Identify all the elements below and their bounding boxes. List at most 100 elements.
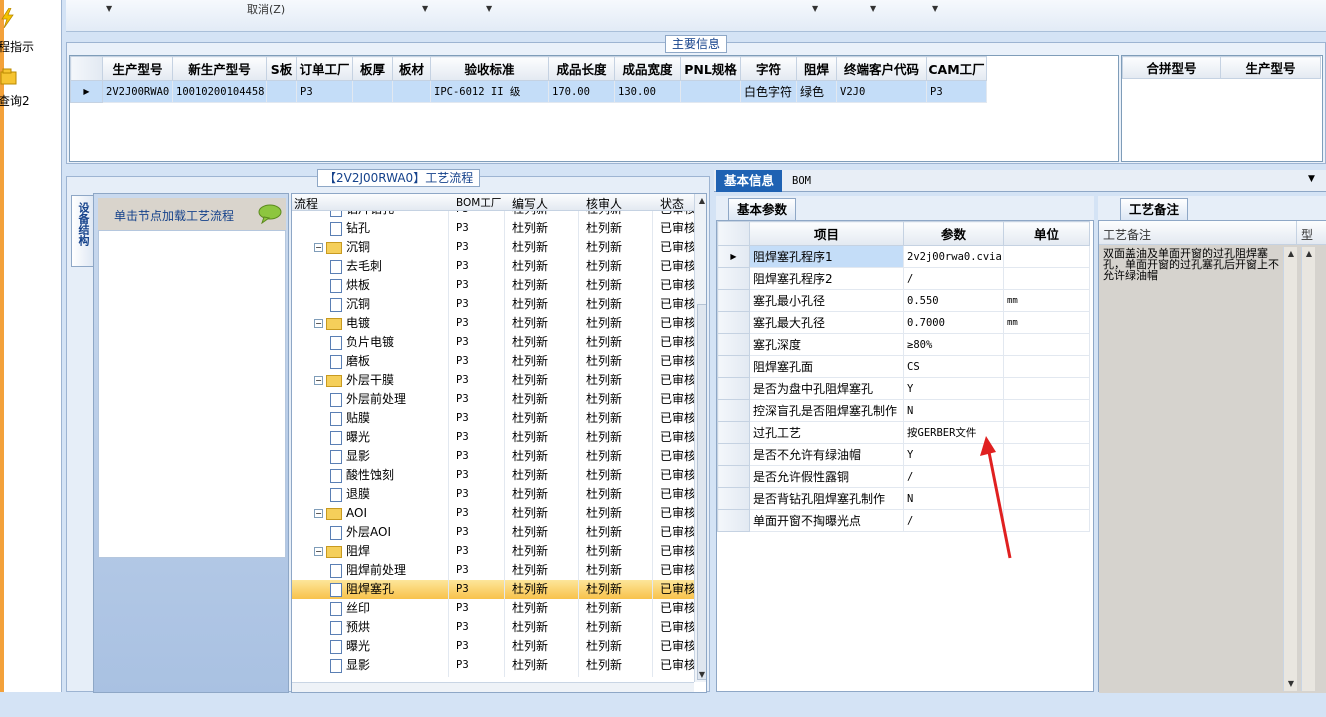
param-unit-cell[interactable] — [1003, 399, 1090, 422]
flow-col-header[interactable]: 编写人 — [512, 195, 548, 212]
row-header[interactable] — [717, 333, 750, 356]
tree-row[interactable]: 磨板 P3 杜列新 杜列新 已审核 — [292, 352, 694, 371]
param-value-cell[interactable]: CS — [903, 355, 1004, 378]
params-col-header[interactable]: 项目 — [749, 221, 904, 246]
scroll-down-icon[interactable]: ▼ — [695, 668, 706, 682]
tree-row[interactable]: 钻孔 P3 杜列新 杜列新 已审核 — [292, 219, 694, 238]
param-value-cell[interactable]: Y — [903, 377, 1004, 400]
main-col-header[interactable]: PNL规格 — [680, 56, 741, 81]
type-scrollbar[interactable]: ▲ — [1301, 247, 1315, 691]
merge-col-header[interactable]: 生产型号 — [1220, 56, 1321, 79]
row-selector-icon[interactable]: ▶ — [70, 80, 103, 103]
nav-item-query[interactable]: 查询2 — [0, 92, 30, 109]
nav-item-process[interactable]: 程指示 — [0, 38, 34, 55]
scroll-up-icon[interactable]: ▲ — [695, 194, 706, 208]
params-row[interactable]: ▶ 阻焊塞孔程序1 2v2j00rwa0.cvia — [717, 245, 1090, 268]
row-header[interactable] — [717, 311, 750, 334]
main-cell[interactable]: P3 — [926, 80, 987, 103]
main-col-header[interactable]: 字符 — [740, 56, 797, 81]
dropdown-arrow-icon[interactable]: ▼ — [106, 4, 112, 13]
param-item-cell[interactable]: 阻焊塞孔程序1 — [749, 245, 904, 268]
tree-row[interactable]: − 阻焊 P3 杜列新 杜列新 已审核 — [292, 542, 694, 561]
main-col-header[interactable]: 新生产型号 — [172, 56, 267, 81]
main-col-header[interactable]: S板 — [266, 56, 297, 81]
main-col-header[interactable]: CAM工厂 — [926, 56, 987, 81]
row-header[interactable] — [717, 465, 750, 488]
tab-process-remarks[interactable]: 工艺备注 — [1120, 198, 1189, 220]
row-header[interactable] — [717, 355, 750, 378]
dropdown-arrow-icon[interactable]: ▼ — [812, 4, 818, 13]
flow-col-header[interactable]: BOM工厂 — [456, 195, 501, 210]
param-item-cell[interactable]: 控深盲孔是否阻焊塞孔制作 — [749, 399, 904, 422]
main-col-header[interactable]: 板厚 — [352, 56, 393, 81]
tree-row[interactable]: 曝光 P3 杜列新 杜列新 已审核 — [292, 428, 694, 447]
dropdown-arrow-icon[interactable]: ▼ — [1308, 174, 1315, 184]
row-header[interactable] — [717, 399, 750, 422]
param-item-cell[interactable]: 单面开窗不掏曝光点 — [749, 509, 904, 532]
main-cell[interactable]: 2V2J00RWA0 — [102, 80, 173, 103]
main-col-header[interactable]: 成品长度 — [548, 56, 615, 81]
tree-row[interactable]: 阻焊塞孔 P3 杜列新 杜列新 已审核 — [292, 580, 694, 599]
main-cell[interactable]: 170.00 — [548, 80, 615, 103]
main-col-header[interactable]: 阻焊 — [796, 56, 837, 81]
main-cell[interactable]: 130.00 — [614, 80, 681, 103]
param-item-cell[interactable]: 是否允许假性露铜 — [749, 465, 904, 488]
tree-row[interactable]: 贴膜 P3 杜列新 杜列新 已审核 — [292, 409, 694, 428]
scroll-up-icon[interactable]: ▲ — [1302, 247, 1316, 261]
tree-row[interactable]: − 沉铜 P3 杜列新 杜列新 已审核 — [292, 238, 694, 257]
row-header[interactable] — [717, 487, 750, 510]
speech-bubble-icon[interactable] — [258, 204, 282, 227]
row-header[interactable] — [717, 421, 750, 444]
tree-row[interactable]: 阻焊前处理 P3 杜列新 杜列新 已审核 — [292, 561, 694, 580]
merge-col-header[interactable]: 合拼型号 — [1122, 56, 1221, 79]
param-item-cell[interactable]: 塞孔最大孔径 — [749, 311, 904, 334]
main-cell[interactable]: 白色字符 — [740, 80, 797, 103]
tree-row[interactable]: 酸性蚀刻 P3 杜列新 杜列新 已审核 — [292, 466, 694, 485]
param-unit-cell[interactable] — [1003, 355, 1090, 378]
param-item-cell[interactable]: 是否背钻孔阻焊塞孔制作 — [749, 487, 904, 510]
tree-row[interactable]: 曝光 P3 杜列新 杜列新 已审核 — [292, 637, 694, 656]
param-unit-cell[interactable]: mm — [1003, 289, 1090, 312]
collapse-icon[interactable]: − — [314, 243, 323, 252]
param-value-cell[interactable]: 2v2j00rwa0.cvia — [903, 245, 1004, 268]
flow-scrollbar[interactable]: ▲ ▼ — [694, 194, 706, 682]
main-col-header[interactable]: 验收标准 — [430, 56, 549, 81]
remarks-col-header[interactable]: 工艺备注 — [1099, 221, 1297, 245]
tree-row[interactable]: 沉铜 P3 杜列新 杜列新 已审核 — [292, 295, 694, 314]
main-col-header[interactable]: 生产型号 — [102, 56, 173, 81]
params-row[interactable]: 控深盲孔是否阻焊塞孔制作 N — [717, 399, 1090, 422]
main-cell[interactable] — [352, 80, 393, 103]
main-cell[interactable] — [266, 80, 297, 103]
tab-basic-params[interactable]: 基本参数 — [728, 198, 797, 220]
load-node-label[interactable]: 单击节点加载工艺流程 — [114, 207, 234, 224]
collapse-icon[interactable]: − — [314, 376, 323, 385]
flow-col-header[interactable]: 核审人 — [586, 195, 622, 212]
collapse-icon[interactable]: − — [314, 547, 323, 556]
tab-basic-info[interactable]: 基本信息 — [716, 170, 783, 192]
param-item-cell[interactable]: 塞孔深度 — [749, 333, 904, 356]
main-col-header[interactable]: 终端客户代码 — [836, 56, 927, 81]
tree-row[interactable]: − 电镀 P3 杜列新 杜列新 已审核 — [292, 314, 694, 333]
param-unit-cell[interactable] — [1003, 333, 1090, 356]
param-item-cell[interactable]: 塞孔最小孔径 — [749, 289, 904, 312]
row-selector-icon[interactable]: ▶ — [717, 245, 750, 268]
row-header[interactable] — [717, 377, 750, 400]
remarks-scrollbar[interactable]: ▲ ▼ — [1283, 247, 1297, 691]
param-unit-cell[interactable]: mm — [1003, 311, 1090, 334]
collapse-icon[interactable]: − — [314, 319, 323, 328]
params-row[interactable]: 阻焊塞孔程序2/ — [717, 267, 1090, 290]
main-cell[interactable]: IPC-6012 II 级 — [430, 80, 549, 103]
param-item-cell[interactable]: 是否为盘中孔阻焊塞孔 — [749, 377, 904, 400]
tree-row[interactable]: 预烘 P3 杜列新 杜列新 已审核 — [292, 618, 694, 637]
param-unit-cell[interactable] — [1003, 245, 1090, 268]
params-row[interactable]: 塞孔深度 ≥80% — [717, 333, 1090, 356]
cancel-button[interactable]: 取消(Z) — [247, 1, 285, 17]
main-cell[interactable]: V2J0 — [836, 80, 927, 103]
tree-row[interactable]: 外层AOI P3 杜列新 杜列新 已审核 — [292, 523, 694, 542]
tree-row[interactable]: 外层前处理 P3 杜列新 杜列新 已审核 — [292, 390, 694, 409]
remarks-text[interactable]: 双面盖油及单面开窗的过孔阻焊塞孔，单面开窗的过孔塞孔后开窗上不允许绿油帽 — [1103, 248, 1279, 281]
params-hscroll[interactable] — [717, 705, 1095, 717]
row-header[interactable] — [717, 267, 750, 290]
tree-row[interactable]: 负片电镀 P3 杜列新 杜列新 已审核 — [292, 333, 694, 352]
dropdown-arrow-icon[interactable]: ▼ — [486, 4, 492, 13]
